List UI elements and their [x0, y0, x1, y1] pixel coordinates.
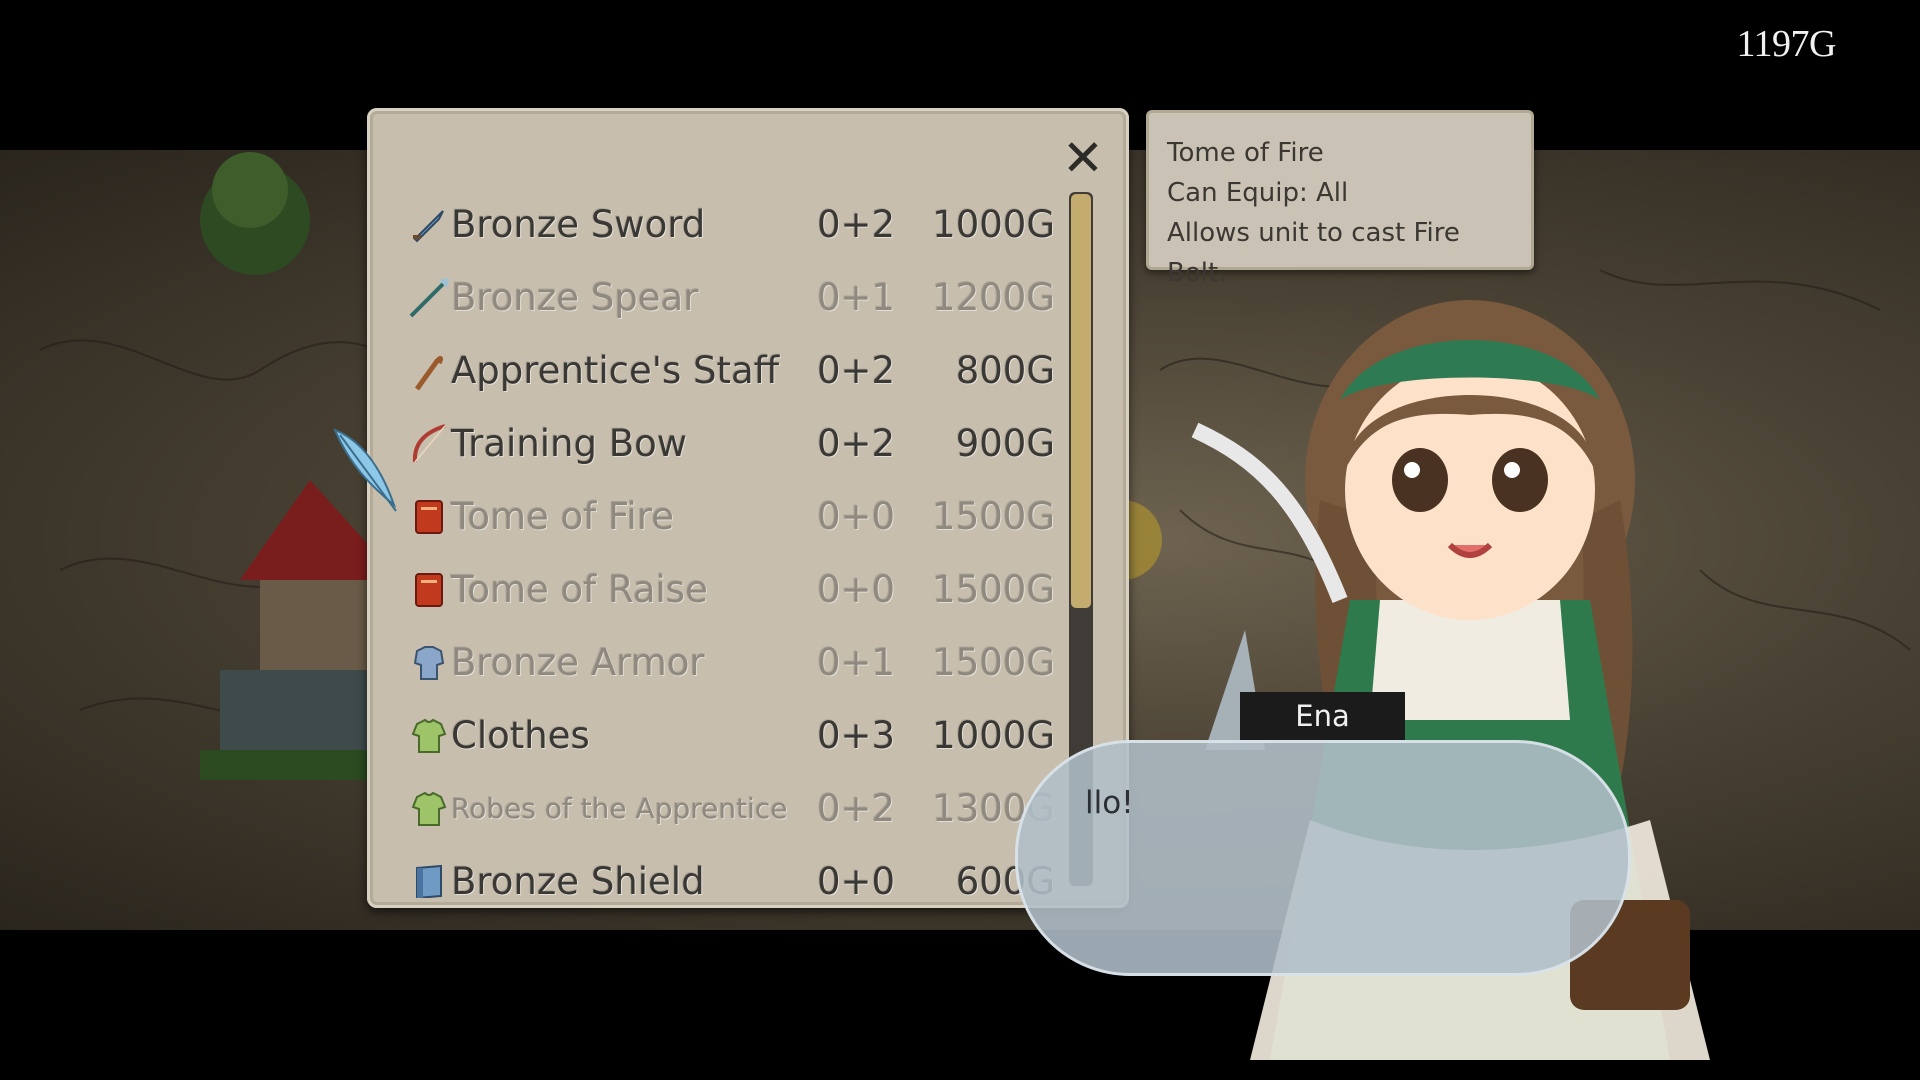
- clothes-icon: [407, 784, 451, 834]
- item-bonus: 0+2: [817, 203, 896, 246]
- spear-icon: [407, 273, 451, 323]
- shop-item-row[interactable]: Robes of the Apprentice 0+2 1300G: [407, 772, 1055, 845]
- item-name: Bronze Spear: [451, 276, 699, 319]
- item-name: Bronze Armor: [451, 641, 705, 684]
- item-bonus: 0+0: [817, 495, 896, 538]
- item-name: Training Bow: [451, 422, 688, 465]
- item-name: Bronze Sword: [451, 203, 706, 246]
- item-bonus: 0+0: [817, 860, 896, 898]
- item-bonus: 0+1: [817, 641, 896, 684]
- item-list: Bronze Sword 0+2 1000G Bronze Spear 0+1 1200G…: [407, 188, 1055, 898]
- item-name: Robes of the Apprentice: [451, 792, 788, 825]
- item-name: Clothes: [451, 714, 590, 757]
- shop-item-row[interactable]: Bronze Shield 0+0 600G: [407, 845, 1055, 898]
- speech-bubble: [1015, 740, 1631, 976]
- clothes-icon: [407, 711, 451, 761]
- item-price: 900G: [955, 422, 1055, 465]
- shop-item-row[interactable]: Tome of Raise 0+0 1500G: [407, 553, 1055, 626]
- item-bonus: 0+2: [817, 787, 896, 830]
- item-bonus: 0+1: [817, 276, 896, 319]
- sword-icon: [407, 200, 451, 250]
- bow-icon: [407, 419, 451, 469]
- shop-item-row[interactable]: Clothes 0+3 1000G: [407, 699, 1055, 772]
- quill-cursor-icon: [333, 428, 397, 512]
- item-price: 1000G: [932, 203, 1055, 246]
- shop-item-row[interactable]: Bronze Sword 0+2 1000G: [407, 188, 1055, 261]
- item-name: Apprentice's Staff: [451, 349, 780, 392]
- tooltip-title: Tome of Fire: [1167, 138, 1324, 168]
- shop-item-row[interactable]: Apprentice's Staff 0+2 800G: [407, 334, 1055, 407]
- item-tooltip: Tome of Fire Can Equip: All Allows unit …: [1146, 110, 1534, 288]
- item-price: 1200G: [932, 276, 1055, 319]
- item-bonus: 0+2: [817, 422, 896, 465]
- shop-panel: ✕ Bronze Sword 0+2 1000G Bronze Spear 0+1 120…: [367, 108, 1129, 908]
- item-bonus: 0+2: [817, 349, 896, 392]
- item-bonus: 0+3: [817, 714, 896, 757]
- tome-icon: [407, 492, 451, 542]
- item-price: 1500G: [932, 495, 1055, 538]
- dialogue-text: llo!: [1085, 785, 1134, 821]
- shop-item-row[interactable]: Bronze Armor 0+1 1500G: [407, 626, 1055, 699]
- shop-item-row[interactable]: Tome of Fire 0+0 1500G: [407, 480, 1055, 553]
- tooltip-description: Allows unit to cast Fire Bolt.: [1167, 218, 1460, 288]
- shield-icon: [407, 857, 451, 898]
- item-price: 1000G: [932, 714, 1055, 757]
- speaker-name: Ena: [1240, 692, 1405, 740]
- scroll-thumb[interactable]: [1071, 194, 1091, 608]
- item-price: 800G: [955, 349, 1055, 392]
- shop-item-row[interactable]: Training Bow 0+2 900G: [407, 407, 1055, 480]
- staff-icon: [407, 346, 451, 396]
- item-name: Tome of Fire: [451, 495, 674, 538]
- gold-counter: 1197G: [1736, 23, 1836, 65]
- shop-item-row[interactable]: Bronze Spear 0+1 1200G: [407, 261, 1055, 334]
- armor-icon: [407, 638, 451, 688]
- tome-icon: [407, 565, 451, 615]
- tooltip-equip: Can Equip: All: [1167, 178, 1349, 208]
- item-name: Bronze Shield: [451, 860, 705, 898]
- close-button[interactable]: ✕: [1057, 132, 1109, 184]
- item-price: 1500G: [932, 641, 1055, 684]
- item-bonus: 0+0: [817, 568, 896, 611]
- item-name: Tome of Raise: [451, 568, 708, 611]
- item-price: 1500G: [932, 568, 1055, 611]
